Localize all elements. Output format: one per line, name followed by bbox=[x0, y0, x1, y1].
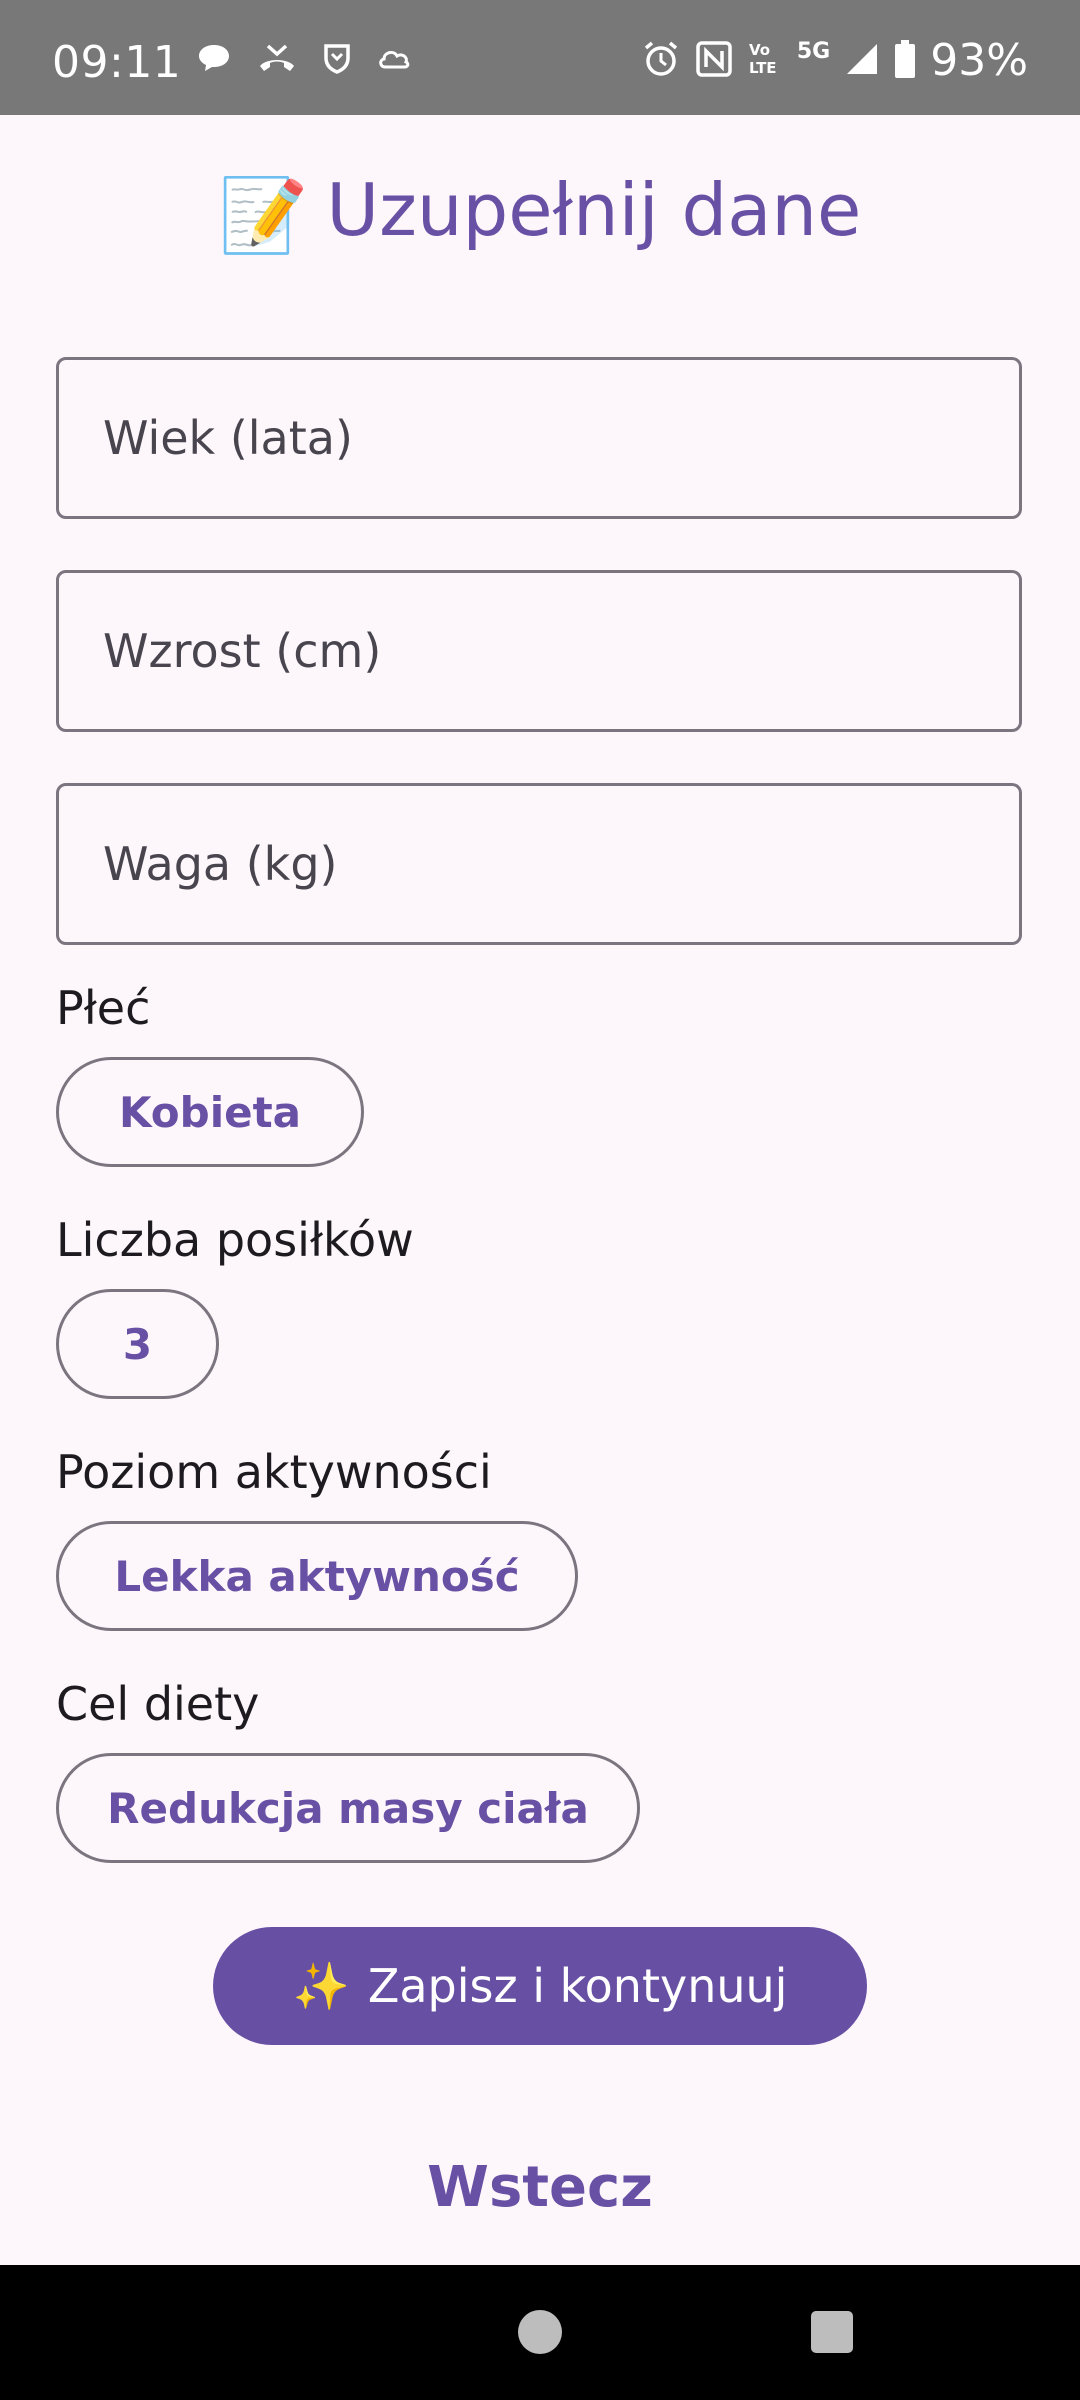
cloud-icon bbox=[376, 40, 412, 80]
status-bar: 09:11 Vo LTE 5G 93% bbox=[0, 0, 1080, 115]
sparkles-icon: ✨ bbox=[292, 1958, 350, 2013]
signal-icon bbox=[844, 41, 880, 81]
missed-call-icon bbox=[256, 40, 298, 80]
nav-home-icon[interactable] bbox=[517, 2309, 563, 2359]
back-label: Wstecz bbox=[427, 2155, 653, 2220]
save-and-continue-label: Zapisz i kontynuuj bbox=[367, 1959, 788, 2013]
svg-text:LTE: LTE bbox=[749, 59, 777, 77]
screen: 09:11 Vo LTE 5G 93% 📝 Uzupełnij dane Wie… bbox=[0, 0, 1080, 2400]
activity-value: Lekka aktywność bbox=[114, 1551, 520, 1601]
battery-percentage: 93% bbox=[930, 35, 1028, 86]
gender-label: Płeć bbox=[56, 981, 151, 1035]
meals-label: Liczba posiłków bbox=[56, 1213, 414, 1267]
navigation-bar bbox=[0, 2265, 1080, 2400]
weight-input[interactable]: Waga (kg) bbox=[56, 783, 1022, 945]
meals-select-button[interactable]: 3 bbox=[56, 1289, 219, 1399]
goal-label: Cel diety bbox=[56, 1677, 260, 1731]
activity-label: Poziom aktywności bbox=[56, 1445, 492, 1499]
meals-value: 3 bbox=[122, 1319, 153, 1369]
age-placeholder: Wiek (lata) bbox=[103, 411, 353, 465]
activity-select-button[interactable]: Lekka aktywność bbox=[56, 1521, 578, 1631]
status-notification-icons bbox=[196, 40, 412, 80]
age-input[interactable]: Wiek (lata) bbox=[56, 357, 1022, 519]
battery-icon bbox=[894, 39, 916, 83]
gender-value: Kobieta bbox=[118, 1087, 302, 1137]
nav-recents-icon[interactable] bbox=[810, 2309, 854, 2359]
alarm-icon bbox=[641, 39, 681, 83]
network-type: 5G bbox=[796, 38, 831, 64]
chat-bubble-icon bbox=[196, 40, 232, 80]
shield-icon bbox=[322, 40, 352, 80]
status-time: 09:11 bbox=[52, 37, 182, 88]
height-input[interactable]: Wzrost (cm) bbox=[56, 570, 1022, 732]
goal-value: Redukcja masy ciała bbox=[107, 1783, 589, 1833]
nfc-icon bbox=[695, 40, 733, 82]
weight-placeholder: Waga (kg) bbox=[103, 837, 338, 891]
save-and-continue-button[interactable]: ✨ Zapisz i kontynuuj bbox=[213, 1927, 867, 2045]
page-title: 📝 Uzupełnij dane bbox=[0, 165, 1080, 260]
back-button[interactable]: Wstecz bbox=[0, 2155, 1080, 2220]
height-placeholder: Wzrost (cm) bbox=[103, 624, 382, 678]
page-title-text: Uzupełnij dane bbox=[326, 168, 862, 252]
status-system-icons: Vo LTE 5G 93% bbox=[641, 34, 1028, 88]
volte-icon: Vo LTE bbox=[747, 39, 783, 83]
svg-text:Vo: Vo bbox=[749, 41, 770, 59]
memo-icon: 📝 bbox=[218, 173, 309, 258]
goal-select-button[interactable]: Redukcja masy ciała bbox=[56, 1753, 640, 1863]
gender-select-button[interactable]: Kobieta bbox=[56, 1057, 364, 1167]
